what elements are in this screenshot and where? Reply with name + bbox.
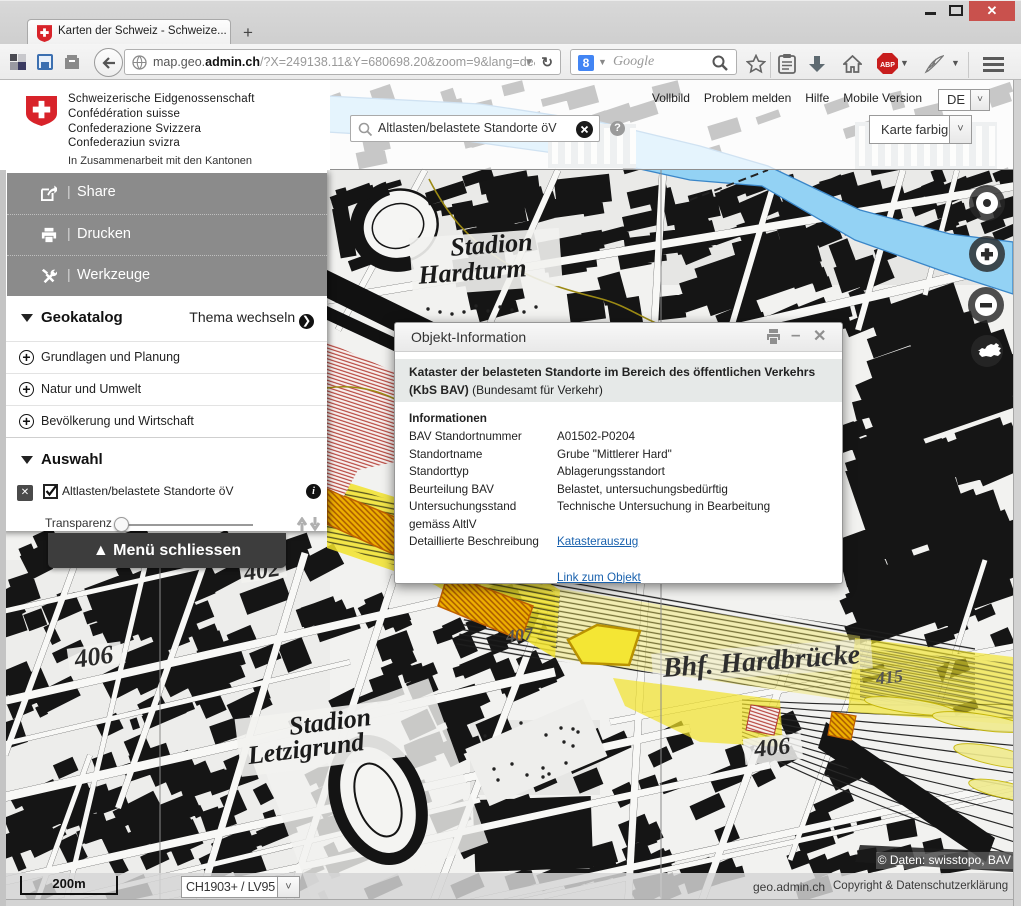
svg-text:407: 407 [504,624,535,647]
svg-text:ABP: ABP [880,62,895,69]
svg-text:415: 415 [874,666,904,689]
svg-text:406: 406 [752,733,792,763]
svg-text:406: 406 [71,640,115,674]
